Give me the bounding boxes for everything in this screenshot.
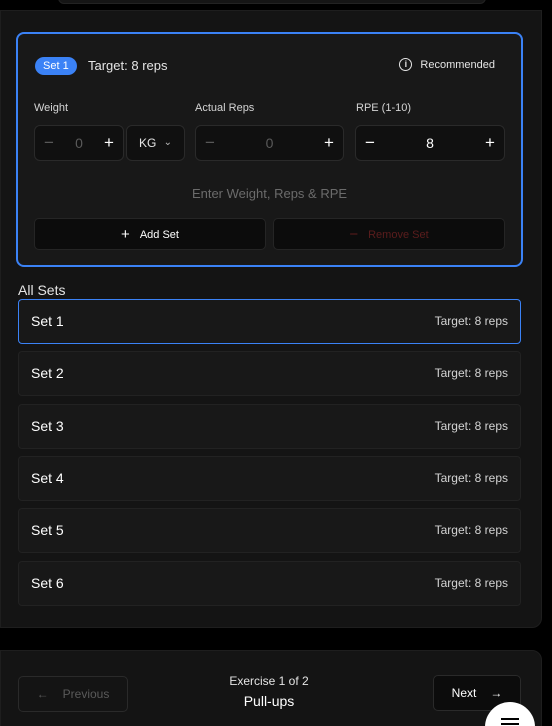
input-hint: Enter Weight, Reps & RPE	[191, 186, 348, 201]
actual-reps-label: Actual Reps	[195, 102, 255, 114]
info-icon: i	[399, 58, 413, 71]
minus-icon: −	[349, 226, 359, 243]
weight-input[interactable]: 0	[63, 126, 95, 160]
unit-value: KG	[139, 136, 157, 150]
set-target: Target: 8 reps	[434, 523, 508, 537]
set-row-4[interactable]: Set 4 Target: 8 reps	[18, 456, 521, 501]
exercise-name: Pull-ups	[243, 693, 295, 709]
set-name: Set 6	[31, 575, 64, 591]
actual-reps-stepper: − 0 +	[195, 125, 344, 161]
set-target: Target: 8 reps	[434, 576, 508, 590]
exercise-card: Set 1 Target: 8 reps i Recommended Weigh…	[0, 10, 542, 628]
set-name: Set 1	[31, 313, 64, 329]
set-target-text: Target: 8 reps	[88, 58, 168, 73]
chevron-down-icon: ⌄	[163, 137, 172, 148]
add-set-button[interactable]: + Add Set	[34, 218, 266, 250]
recommended-indicator[interactable]: i Recommended	[399, 58, 495, 71]
previous-label: Previous	[62, 687, 110, 701]
weight-decrement-button[interactable]: −	[35, 126, 63, 160]
reps-decrement-button[interactable]: −	[196, 126, 224, 160]
weight-stepper: − 0 +	[34, 125, 124, 161]
weight-label: Weight	[34, 102, 69, 114]
set-badge: Set 1	[35, 57, 77, 75]
search-bar-remnant	[58, 0, 486, 4]
rpe-increment-button[interactable]: +	[476, 126, 504, 160]
rpe-decrement-button[interactable]: −	[356, 126, 384, 160]
arrow-left-icon: ←	[36, 687, 49, 701]
reps-increment-button[interactable]: +	[315, 126, 343, 160]
remove-set-button[interactable]: − Remove Set	[273, 218, 505, 250]
all-sets-heading: All Sets	[18, 282, 66, 298]
set-row-1[interactable]: Set 1 Target: 8 reps	[18, 299, 521, 344]
set-target: Target: 8 reps	[434, 366, 508, 380]
active-set-panel: Set 1 Target: 8 reps i Recommended Weigh…	[16, 32, 523, 267]
recommended-label: Recommended	[420, 58, 495, 71]
set-row-2[interactable]: Set 2 Target: 8 reps	[18, 351, 521, 396]
set-name: Set 3	[31, 418, 64, 434]
rpe-label: RPE (1-10)	[356, 102, 412, 114]
set-name: Set 2	[31, 365, 64, 381]
rpe-input[interactable]: 8	[384, 126, 476, 160]
previous-button[interactable]: ← Previous	[18, 676, 128, 712]
set-target: Target: 8 reps	[434, 471, 508, 485]
set-row-3[interactable]: Set 3 Target: 8 reps	[18, 404, 521, 449]
menu-icon	[501, 718, 519, 720]
exercise-info: Exercise 1 of 2 Pull-ups	[201, 674, 337, 709]
unit-select[interactable]: KG ⌄	[126, 125, 185, 161]
exercise-navigation: ← Previous Exercise 1 of 2 Pull-ups Next →	[0, 650, 542, 726]
next-label: Next	[451, 686, 477, 700]
exercise-count: Exercise 1 of 2	[229, 674, 309, 688]
rpe-stepper: − 8 +	[355, 125, 505, 161]
arrow-right-icon: →	[490, 686, 503, 700]
set-row-6[interactable]: Set 6 Target: 8 reps	[18, 561, 521, 606]
set-row-5[interactable]: Set 5 Target: 8 reps	[18, 508, 521, 553]
set-name: Set 4	[31, 470, 64, 486]
remove-set-label: Remove Set	[368, 229, 429, 241]
set-target: Target: 8 reps	[434, 419, 508, 433]
weight-increment-button[interactable]: +	[95, 126, 123, 160]
add-set-label: Add Set	[139, 229, 179, 241]
set-name: Set 5	[31, 522, 64, 538]
set-target: Target: 8 reps	[434, 314, 508, 328]
plus-icon: +	[121, 226, 130, 243]
actual-reps-input[interactable]: 0	[224, 126, 315, 160]
